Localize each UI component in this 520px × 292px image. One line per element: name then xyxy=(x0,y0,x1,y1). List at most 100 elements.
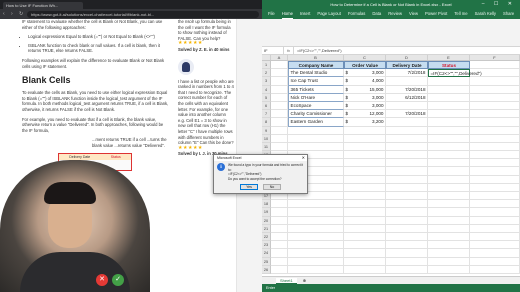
url-input[interactable]: https://www.got-it.ai/solutions/excel-ch… xyxy=(27,10,259,18)
order-cell[interactable]: $12,000 xyxy=(344,110,386,119)
status-cell[interactable] xyxy=(428,77,470,86)
status-cell[interactable] xyxy=(428,118,470,127)
table-row: 3 Ice Cap Trust $4,000 xyxy=(262,77,520,86)
browser-tab[interactable]: How to Use IF Function Wh... xyxy=(3,2,83,9)
dialog-message: We found a typo in your formula and trie… xyxy=(228,163,304,181)
order-cell[interactable]: $3,000 xyxy=(344,101,386,111)
forward-icon[interactable]: › xyxy=(11,11,16,17)
tab-power-pivot[interactable]: Power Pivot xyxy=(425,9,447,19)
table-row: 23 xyxy=(262,241,520,250)
tab-review[interactable]: Review xyxy=(388,9,402,19)
bottom-actions: ✕ ✓ xyxy=(96,274,124,286)
tell-me[interactable]: Tell me xyxy=(454,9,467,19)
company-cell[interactable]: Eastern Garden xyxy=(288,118,344,127)
table-row: 5 Nick O'Hare $3,000 6/12/2018 xyxy=(262,93,520,102)
company-cell[interactable]: Ice Cap Trust xyxy=(288,77,344,86)
formula-bar: IF fx =IF(C2<>"","",Delivered") xyxy=(262,47,520,55)
example-header: Delivery Date xyxy=(69,154,91,159)
share-button[interactable]: Share xyxy=(503,9,514,19)
company-cell[interactable]: Charity Comissioner xyxy=(288,110,344,119)
address-bar: ‹ › ↻ https://www.got-it.ai/solutions/ex… xyxy=(0,9,262,19)
tab-page-layout[interactable]: Page Layout xyxy=(317,9,341,19)
tab-view[interactable]: View xyxy=(409,9,418,19)
close-icon[interactable]: ✕ xyxy=(96,274,108,286)
delivery-cell[interactable]: 6/12/2018 xyxy=(386,93,428,102)
reload-icon[interactable]: ↻ xyxy=(19,11,24,17)
status-cell[interactable] xyxy=(428,93,470,102)
row-header[interactable]: 1 xyxy=(262,61,271,70)
row-header[interactable]: 5 xyxy=(262,93,271,102)
window-title: How to Determine if a Cell is Blank or N… xyxy=(330,2,452,7)
tab-home[interactable]: Home xyxy=(281,9,293,19)
comment-text: I have a list or people who are ranked i… xyxy=(178,78,234,146)
row-header[interactable]: 4 xyxy=(262,85,271,94)
add-sheet-icon[interactable]: ⊕ xyxy=(303,278,306,283)
list-item: ISBLANK function to check blank or null … xyxy=(28,43,170,54)
status-cell[interactable] xyxy=(428,101,470,111)
order-cell[interactable]: $3,200 xyxy=(344,118,386,127)
tab-formulas[interactable]: Formulas xyxy=(348,9,365,19)
check-icon[interactable]: ✓ xyxy=(112,274,124,286)
status-cell[interactable] xyxy=(428,110,470,119)
delivery-cell[interactable]: 7/20/2018 xyxy=(386,85,428,94)
header-delivery[interactable]: Delivery Date xyxy=(386,61,428,70)
table-row: 4 365 Tickets $15,000 7/20/2018 xyxy=(262,85,520,94)
example-header: Status xyxy=(110,154,121,159)
row-header[interactable]: 3 xyxy=(262,77,271,86)
article-bullets: Logical expressions Equal to Blank (="")… xyxy=(28,34,170,54)
formula-input[interactable]: =IF(C2<>"","",Delivered") xyxy=(294,47,342,54)
yes-button[interactable]: Yes xyxy=(240,184,258,191)
list-item: Logical expressions Equal to Blank (="")… xyxy=(28,34,170,40)
status-cell[interactable] xyxy=(428,85,470,94)
delivery-cell[interactable] xyxy=(386,77,428,86)
article-follow: Following examples will explain the diff… xyxy=(22,57,165,69)
dialog-buttons: Yes No xyxy=(214,184,307,191)
close-icon[interactable]: ✕ xyxy=(302,155,305,161)
tab-insert[interactable]: Insert xyxy=(300,9,310,19)
delivery-cell[interactable]: 7/2/2018 xyxy=(386,69,428,78)
column-header[interactable]: B xyxy=(288,55,344,60)
delivery-cell[interactable]: 7/20/2018 xyxy=(386,110,428,119)
row-header[interactable]: 7 xyxy=(262,110,271,119)
order-cell[interactable]: $4,000 xyxy=(344,77,386,86)
company-cell[interactable]: The Dental Studio xyxy=(288,69,344,78)
tab-data[interactable]: Data xyxy=(372,9,381,19)
dialog-line: We found a typo in your formula and trie… xyxy=(228,163,304,172)
no-button[interactable]: No xyxy=(263,184,281,191)
user-name[interactable]: Sarah Kelly xyxy=(475,9,496,19)
column-header[interactable]: C xyxy=(344,55,386,60)
header-company[interactable]: Company Name xyxy=(288,61,344,70)
table-row: 9 xyxy=(262,126,520,135)
row-header[interactable]: 6 xyxy=(262,101,271,111)
order-cell[interactable]: $3,000 xyxy=(344,69,386,78)
row-header[interactable]: 8 xyxy=(262,118,271,127)
header-order[interactable]: Order Value xyxy=(344,61,386,70)
delivery-cell[interactable] xyxy=(386,118,428,127)
column-header[interactable]: F xyxy=(470,55,520,60)
sheet-tabs: Sheet1 ⊕ xyxy=(262,276,520,284)
column-header[interactable]: E xyxy=(428,55,470,60)
column-header[interactable]: A xyxy=(271,55,288,60)
order-cell[interactable]: $15,000 xyxy=(344,85,386,94)
company-cell[interactable]: EcoSpace xyxy=(288,101,344,111)
column-header[interactable]: D xyxy=(386,55,428,60)
name-box[interactable]: IF xyxy=(262,47,284,54)
fx-icon[interactable]: fx xyxy=(284,47,294,54)
order-cell[interactable]: $3,000 xyxy=(344,93,386,102)
comment-text: the nsolr up formula being in the cell I… xyxy=(178,19,231,41)
delivery-cell[interactable] xyxy=(386,101,428,111)
sheet-tab[interactable]: Sheet1 xyxy=(276,277,297,284)
window-controls[interactable]: – ☐ ✕ xyxy=(482,0,516,9)
dialog-line: Do you want to accept the correction? xyxy=(228,176,282,181)
table-row: 20 xyxy=(262,216,520,225)
status-cell-editing[interactable]: =IF(C2<>"","",Delivered") xyxy=(428,69,482,78)
header-status[interactable]: Status xyxy=(428,61,470,70)
corner-cell[interactable] xyxy=(262,55,271,60)
company-cell[interactable]: 365 Tickets xyxy=(288,85,344,94)
table-row: 6 EcoSpace $3,000 xyxy=(262,101,520,111)
back-icon[interactable]: ‹ xyxy=(3,11,8,17)
table-row: 7 Charity Comissioner $12,000 7/20/2018 xyxy=(262,110,520,119)
tab-file[interactable]: File xyxy=(268,9,275,19)
company-cell[interactable]: Nick O'Hare xyxy=(288,93,344,102)
row-header[interactable]: 2 xyxy=(262,69,271,78)
